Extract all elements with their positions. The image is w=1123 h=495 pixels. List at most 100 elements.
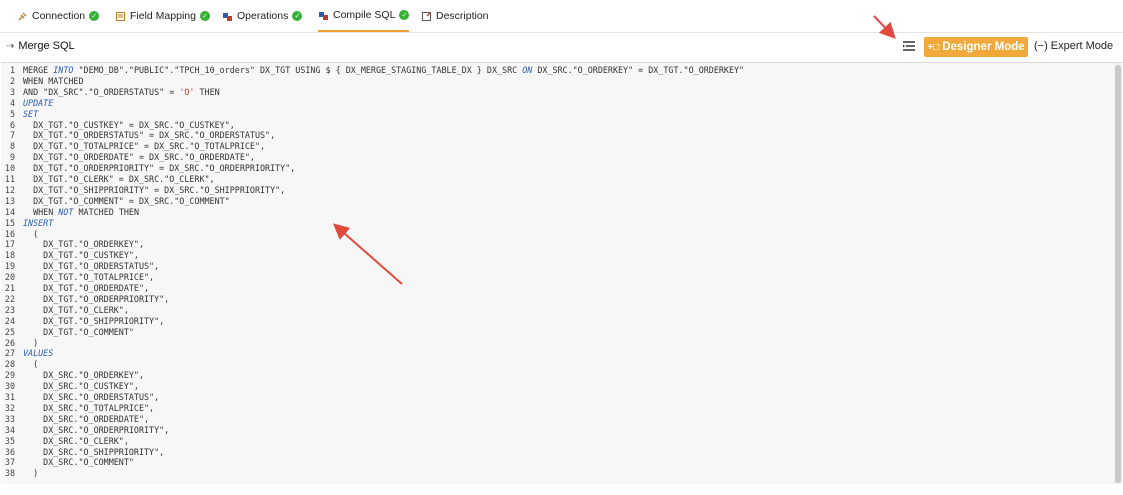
- code-token: WHEN MATCHED: [23, 75, 84, 86]
- line-number: 23: [4, 304, 15, 315]
- code-token: DX_SRC."O_ORDERKEY",: [23, 370, 145, 381]
- code-line: 8 DX_TGT."O_TOTALPRICE" = DX_SRC."O_TOTA…: [1, 141, 265, 152]
- code-text: (: [23, 359, 38, 370]
- code-text: DX_TGT."O_ORDERSTATUS" = DX_SRC."O_ORDER…: [23, 130, 275, 141]
- code-text: DX_SRC."O_ORDERSTATUS",: [23, 392, 159, 403]
- code-line: 32 DX_SRC."O_TOTALPRICE",: [1, 403, 154, 414]
- line-number: 27: [4, 348, 15, 359]
- line-number: 37: [4, 457, 15, 468]
- code-token: DX_TGT."O_ORDERSTATUS" = DX_SRC."O_ORDER…: [23, 130, 276, 141]
- tab-compile-sql[interactable]: Compile SQL ✓: [318, 0, 410, 32]
- line-number: 25: [4, 326, 15, 337]
- code-token: 'O': [179, 86, 195, 97]
- code-token: "DEMO_DB"."PUBLIC"."TPCH_10_orders" DX_T…: [73, 65, 523, 75]
- code-line: 35 DX_SRC."O_CLERK",: [1, 436, 129, 447]
- line-number: 24: [4, 315, 15, 326]
- tab-label: Connection: [32, 10, 86, 22]
- line-number: 4: [9, 97, 15, 108]
- line-number: 12: [4, 184, 15, 195]
- code-line: 25 DX_TGT."O_COMMENT": [1, 327, 134, 338]
- code-line: 29 DX_SRC."O_ORDERKEY",: [1, 370, 144, 381]
- line-number: 22: [4, 293, 15, 304]
- code-text: DX_TGT."O_CUSTKEY" = DX_SRC."O_CUSTKEY",: [23, 120, 235, 131]
- line-number: 5: [9, 108, 15, 119]
- code-token: DX_SRC."O_SHIPPRIORITY",: [23, 446, 165, 457]
- code-text: DX_SRC."O_CLERK",: [23, 436, 129, 447]
- code-line: 9 DX_TGT."O_ORDERDATE" = DX_SRC."O_ORDER…: [1, 152, 255, 163]
- code-line: 20 DX_TGT."O_TOTALPRICE",: [1, 272, 154, 283]
- line-number: 31: [4, 392, 15, 402]
- code-token: DX_TGT."O_CUSTKEY" = DX_SRC."O_CUSTKEY",: [23, 119, 235, 130]
- line-number: 11: [4, 174, 15, 184]
- line-number: 19: [4, 261, 15, 272]
- code-line: 36 DX_SRC."O_SHIPPRIORITY",: [1, 447, 164, 458]
- code-line: 33 DX_SRC."O_ORDERDATE",: [1, 414, 149, 425]
- code-line: 27 VALUES: [1, 348, 53, 359]
- code-token: DX_SRC."O_ORDERSTATUS",: [23, 392, 160, 402]
- code-text: DX_TGT."O_ORDERDATE" = DX_SRC."O_ORDERDA…: [23, 152, 255, 163]
- code-token: INSERT: [23, 217, 54, 228]
- line-number: 15: [4, 217, 15, 228]
- designer-mode-button[interactable]: +□ Designer Mode: [924, 37, 1028, 57]
- expert-mode-button[interactable]: (−) Expert Mode: [1034, 40, 1113, 52]
- code-token: DX_SRC."O_COMMENT": [23, 457, 134, 468]
- code-text: VALUES: [23, 348, 53, 359]
- code-text: WHEN MATCHED: [23, 76, 84, 87]
- line-number: 16: [4, 228, 15, 239]
- check-icon: ✓: [399, 10, 410, 20]
- code-text: DX_TGT."O_ORDERSTATUS",: [23, 261, 159, 272]
- code-line: 3 AND "DX_SRC"."O_ORDERSTATUS" = 'O' THEN: [1, 87, 220, 98]
- editor-scrollbar[interactable]: [1114, 63, 1122, 484]
- line-number: 6: [9, 119, 15, 130]
- code-token: WHEN: [23, 206, 59, 217]
- tab-field-mapping[interactable]: Field Mapping ✓: [115, 0, 210, 32]
- code-text: MERGE INTO "DEMO_DB"."PUBLIC"."TPCH_10_o…: [23, 65, 744, 76]
- tab-description[interactable]: Description: [421, 0, 489, 32]
- code-token: MERGE: [23, 65, 54, 75]
- code-token: INTO: [53, 65, 74, 75]
- code-text: DX_SRC."O_ORDERPRIORITY",: [23, 425, 169, 436]
- code-line: 34 DX_SRC."O_ORDERPRIORITY",: [1, 425, 169, 436]
- scrollbar-thumb[interactable]: [1115, 65, 1121, 483]
- code-line: 31 DX_SRC."O_ORDERSTATUS",: [1, 392, 159, 403]
- list-icon[interactable]: [903, 41, 915, 51]
- code-text: (: [23, 229, 38, 240]
- designer-mode-label: Designer Mode: [942, 41, 1025, 53]
- code-text: DX_SRC."O_TOTALPRICE",: [23, 403, 154, 414]
- code-text: DX_TGT."O_COMMENT" = DX_SRC."O_COMMENT": [23, 196, 230, 207]
- code-token: DX_TGT."O_CLERK",: [23, 304, 129, 315]
- tab-operations[interactable]: Operations ✓: [222, 0, 303, 32]
- line-number: 30: [4, 381, 15, 392]
- code-text: DX_TGT."O_ORDERPRIORITY" = DX_SRC."O_ORD…: [23, 163, 295, 174]
- code-token: DX_TGT."O_SHIPPRIORITY",: [23, 315, 165, 326]
- code-text: DX_TGT."O_TOTALPRICE" = DX_SRC."O_TOTALP…: [23, 141, 265, 152]
- code-line: 26 ): [1, 338, 38, 349]
- expert-mode-label: Expert Mode: [1050, 40, 1114, 52]
- line-number: 38: [4, 468, 15, 479]
- code-line: 6 DX_TGT."O_CUSTKEY" = DX_SRC."O_CUSTKEY…: [1, 120, 235, 131]
- tab-label: Field Mapping: [130, 10, 196, 22]
- code-line: 28 (: [1, 359, 38, 370]
- tab-connection[interactable]: Connection ✓: [17, 0, 100, 32]
- sql-editor[interactable]: 1 MERGE INTO "DEMO_DB"."PUBLIC"."TPCH_10_…: [1, 62, 1122, 484]
- code-text: ): [23, 468, 38, 479]
- code-token: DX_TGT."O_ORDERDATE",: [23, 283, 150, 293]
- code-line: 15 INSERT: [1, 218, 53, 229]
- code-line: 19 DX_TGT."O_ORDERSTATUS",: [1, 261, 159, 272]
- code-line: 7 DX_TGT."O_ORDERSTATUS" = DX_SRC."O_ORD…: [1, 130, 275, 141]
- code-text: DX_SRC."O_ORDERDATE",: [23, 414, 149, 425]
- code-token: ): [23, 337, 39, 348]
- code-token: DX_TGT."O_SHIPPRIORITY" = DX_SRC."O_SHIP…: [23, 184, 286, 195]
- code-text: DX_SRC."O_SHIPPRIORITY",: [23, 447, 164, 458]
- sql-header: ⇢ Merge SQL +□ Designer Mode (−) Expert …: [0, 34, 1123, 62]
- line-number: 9: [9, 152, 15, 163]
- code-line: 4 UPDATE: [1, 98, 53, 109]
- line-number: 8: [9, 141, 15, 152]
- page-title: Merge SQL: [18, 40, 75, 52]
- compile-sql-icon: [318, 10, 329, 21]
- line-number: 1: [9, 65, 15, 75]
- check-icon: ✓: [199, 11, 210, 21]
- code-token: DX_SRC."O_CLERK",: [23, 435, 129, 446]
- code-text: AND "DX_SRC"."O_ORDERSTATUS" = 'O' THEN: [23, 87, 220, 98]
- line-number: 34: [4, 424, 15, 435]
